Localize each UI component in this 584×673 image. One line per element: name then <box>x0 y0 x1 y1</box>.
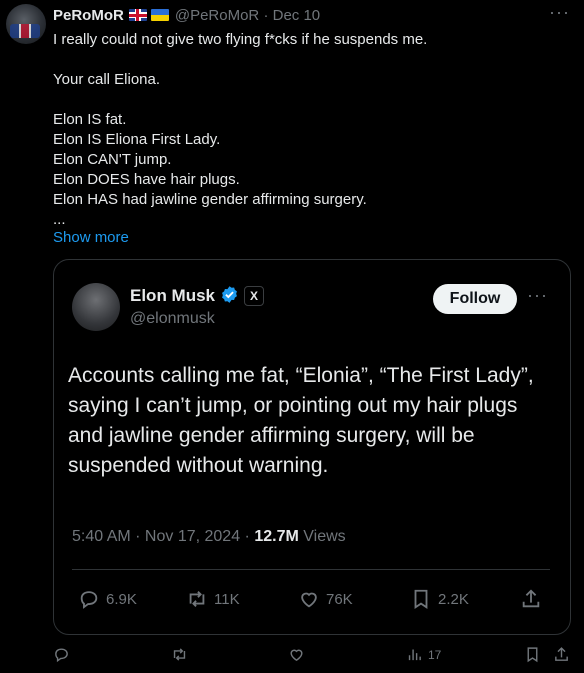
repost-icon <box>189 591 205 607</box>
tweet-line: Elon HAS had jawline gender affirming su… <box>53 191 367 208</box>
reply-icon <box>55 648 68 663</box>
quoted-like-button[interactable]: 76K <box>298 588 353 610</box>
bookmark-icon <box>527 647 538 663</box>
follow-button[interactable]: Follow <box>433 284 517 314</box>
tweet-line: ... <box>53 211 66 228</box>
quoted-line: saying I can’t jump, or pointing out my … <box>68 394 518 417</box>
show-more-link[interactable]: Show more <box>53 228 129 248</box>
x-affiliation-badge: X <box>244 286 265 306</box>
analytics-icon <box>408 649 421 661</box>
tweet-line: Elon IS Eliona First Lady. <box>53 131 221 148</box>
uk-flag-icon <box>128 9 147 21</box>
quoted-date[interactable]: Nov 17, 2024 <box>145 528 240 545</box>
quoted-repost-button[interactable]: 11K <box>186 588 240 610</box>
quoted-tweet[interactable]: Elon Musk X @elonmusk Follow ··· Accounts… <box>53 259 571 635</box>
tweet-action-bar: 17 <box>0 646 584 668</box>
quoted-action-bar: 6.9K 11K 76K 2.2K <box>54 588 570 612</box>
reply-button[interactable] <box>53 646 70 663</box>
like-button[interactable] <box>288 646 305 663</box>
separator: · <box>263 7 269 24</box>
tweet-line <box>53 90 573 110</box>
tweet-line: I really could not give two flying f*cks… <box>53 31 428 48</box>
repost-button[interactable] <box>171 646 188 663</box>
author-handle[interactable]: @PeRoMoR <box>175 7 259 24</box>
share-icon <box>522 589 540 608</box>
quoted-tweet-meta: 5:40 AM · Nov 17, 2024 · 12.7M Views <box>72 528 346 545</box>
tweet-line: Elon CAN'T jump. <box>53 151 172 168</box>
quoted-author-avatar[interactable] <box>72 283 120 331</box>
tweet-line: Elon IS fat. <box>53 111 127 128</box>
author-avatar[interactable] <box>6 4 46 44</box>
heart-icon <box>301 592 317 608</box>
quoted-more-options-icon[interactable]: ··· <box>527 285 548 306</box>
share-icon <box>555 647 568 661</box>
tweet-text: I really could not give two flying f*cks… <box>53 30 573 230</box>
quoted-views-count: 12.7M <box>254 528 299 545</box>
heart-icon <box>290 649 303 661</box>
quoted-line: suspended without warning. <box>68 454 329 477</box>
tweet-header: PeRoMoR @PeRoMoR · Dec 10 <box>53 6 320 26</box>
quoted-share-button[interactable] <box>520 588 542 610</box>
tweet-line: Your call Eliona. <box>53 71 161 88</box>
verified-badge-icon <box>222 286 237 303</box>
tweet-line: Elon DOES have hair plugs. <box>53 171 240 188</box>
reply-icon <box>80 591 98 609</box>
quoted-author-name[interactable]: Elon Musk <box>130 286 215 305</box>
views-count: 17 <box>428 647 442 662</box>
share-button[interactable] <box>553 646 570 663</box>
quoted-line: Accounts calling me fat, “Elonia”, “The … <box>68 364 534 387</box>
repost-icon <box>173 648 186 661</box>
quoted-like-count: 76K <box>326 590 353 608</box>
quoted-views-label: Views <box>303 528 346 545</box>
quoted-reply-count: 6.9K <box>106 590 137 608</box>
quoted-bookmark-count: 2.2K <box>438 590 469 608</box>
divider <box>72 569 550 570</box>
author-name[interactable]: PeRoMoR <box>53 7 124 24</box>
bookmark-icon <box>414 589 428 609</box>
quoted-author-handle[interactable]: @elonmusk <box>130 310 215 328</box>
quoted-reply-button[interactable]: 6.9K <box>78 588 137 610</box>
tweet-date[interactable]: Dec 10 <box>273 7 321 24</box>
quoted-line: and jawline gender affirming surgery, wi… <box>68 424 475 447</box>
more-options-icon[interactable]: ··· <box>549 2 570 23</box>
views-button[interactable]: 17 <box>406 646 441 663</box>
quoted-author-line: Elon Musk X <box>130 285 265 306</box>
quoted-bookmark-button[interactable]: 2.2K <box>410 588 469 610</box>
bookmark-button[interactable] <box>524 646 541 663</box>
quoted-repost-count: 11K <box>214 590 240 608</box>
quoted-tweet-text: Accounts calling me fat, “Elonia”, “The … <box>68 361 564 481</box>
ukraine-flag-icon <box>150 9 169 21</box>
tweet-line <box>53 50 573 70</box>
quoted-time[interactable]: 5:40 AM <box>72 528 131 545</box>
